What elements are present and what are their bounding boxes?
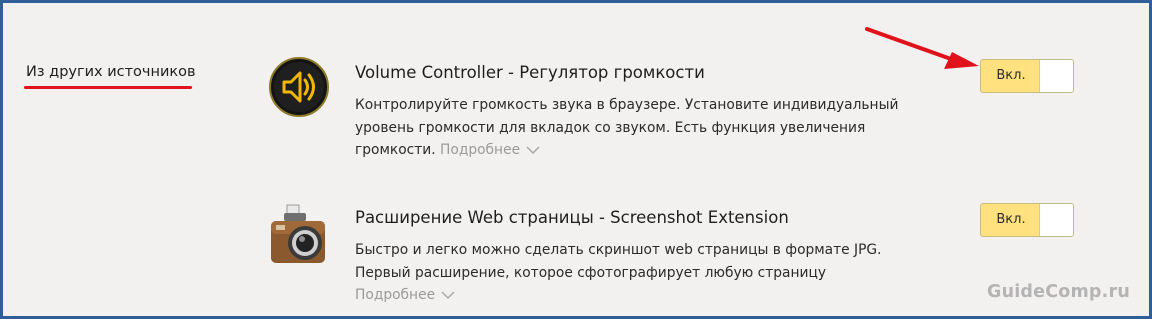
volume-controller-icon xyxy=(268,56,330,122)
extension-description: Быстро и легко можно сделать скриншот we… xyxy=(355,239,925,307)
more-link-label: Подробнее xyxy=(440,142,521,158)
description-line: Подробнее xyxy=(355,284,925,307)
toggle-knob[interactable] xyxy=(1039,204,1073,236)
more-link-label: Подробнее xyxy=(355,287,436,303)
extension-title: Volume Controller - Регулятор громкости xyxy=(355,63,705,82)
description-text: громкости. xyxy=(355,142,436,158)
toggle-label: Вкл. xyxy=(996,68,1026,83)
camera-icon xyxy=(271,204,325,263)
highlight-underline xyxy=(24,86,192,89)
speaker-icon xyxy=(269,57,329,117)
chevron-down-icon xyxy=(526,145,540,154)
more-link[interactable]: Подробнее xyxy=(355,287,455,303)
enable-toggle[interactable]: Вкл. xyxy=(980,203,1074,237)
extensions-panel: Из других источников Volume Controller -… xyxy=(0,0,1152,319)
toggle-label: Вкл. xyxy=(996,212,1026,227)
description-line: уровень громкости для вкладок со звуком.… xyxy=(355,119,866,136)
description-line: Контролируйте громкость звука в браузере… xyxy=(355,97,899,113)
enable-toggle[interactable]: Вкл. xyxy=(980,59,1074,93)
more-link[interactable]: Подробнее xyxy=(440,142,540,158)
extension-description: Контролируйте громкость звука в браузере… xyxy=(355,94,925,162)
toggle-knob[interactable] xyxy=(1039,60,1073,92)
description-line: Быстро и легко можно сделать скриншот we… xyxy=(355,242,882,258)
chevron-down-icon xyxy=(441,290,455,299)
extension-title: Расширение Web страницы - Screenshot Ext… xyxy=(355,208,789,227)
section-label: Из других источников xyxy=(26,64,196,80)
watermark: GuideComp.ru xyxy=(987,282,1130,302)
description-line: громкости. Подробнее xyxy=(355,139,925,162)
description-line: Первый расширение, которое сфотографируе… xyxy=(355,264,827,281)
annotation-arrow-icon xyxy=(865,27,979,69)
screenshot-extension-icon xyxy=(267,203,333,271)
